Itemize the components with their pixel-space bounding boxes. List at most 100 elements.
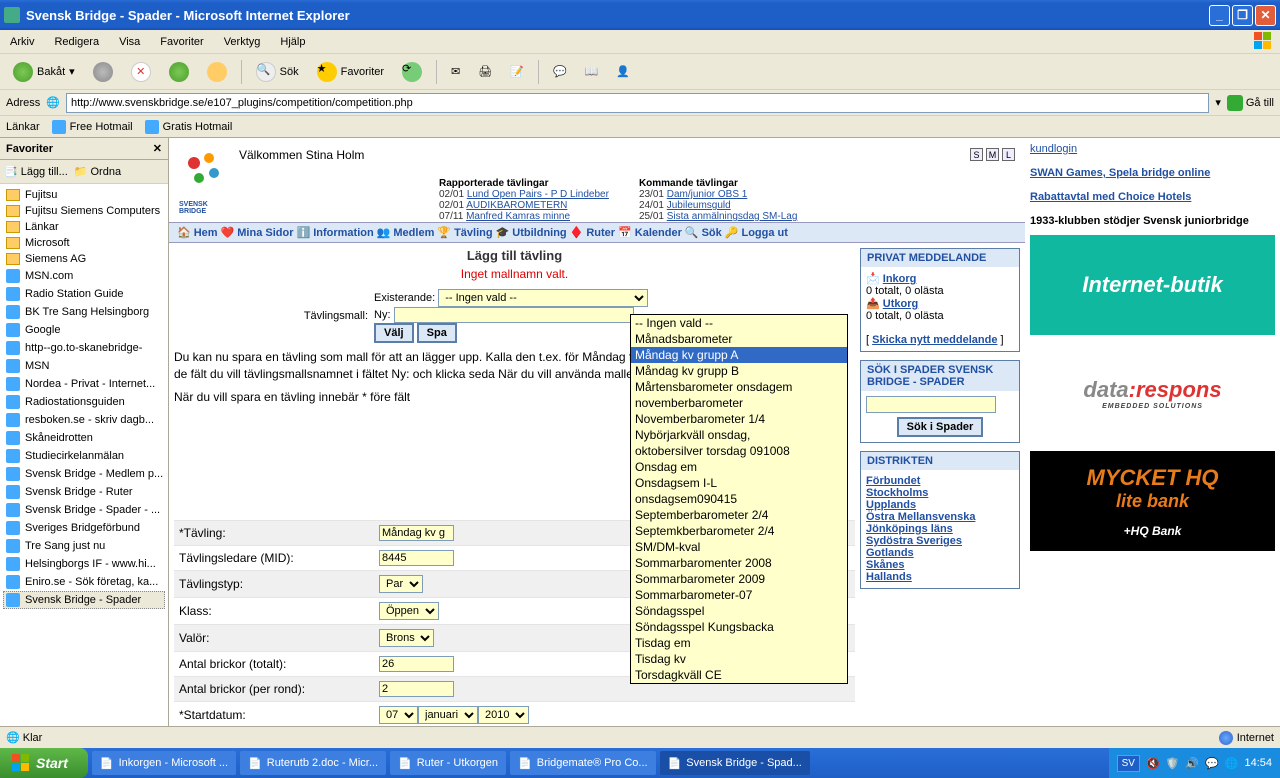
dropdown-option[interactable]: Mårtensbarometer onsdagem	[631, 379, 847, 395]
favorites-item[interactable]: Radiostationsguiden	[3, 393, 165, 411]
nav-information[interactable]: ℹ️Information	[296, 226, 373, 239]
favorites-close-icon[interactable]: ✕	[153, 142, 162, 155]
taskbar-item[interactable]: 📄Ruterutb 2.doc - Micr...	[240, 751, 386, 775]
brickor-total-input[interactable]	[379, 656, 454, 672]
address-input[interactable]	[66, 93, 1209, 113]
district-link[interactable]: Hallands	[866, 571, 912, 583]
ad-internetbutik[interactable]: Internet-butik	[1030, 235, 1275, 335]
dropdown-option[interactable]: novemberbarometer	[631, 395, 847, 411]
valor-select[interactable]: Brons	[379, 629, 434, 647]
go-button[interactable]: Gå till	[1227, 95, 1274, 111]
favorites-item[interactable]: Microsoft	[3, 235, 165, 251]
minimize-button[interactable]: _	[1209, 5, 1230, 26]
taskbar-item[interactable]: 📄Svensk Bridge - Spad...	[660, 751, 810, 775]
dropdown-option[interactable]: Onsdag em	[631, 459, 847, 475]
favorites-item[interactable]: Svensk Bridge - Spader	[3, 591, 165, 609]
address-dropdown-icon[interactable]: ▾	[1215, 96, 1221, 109]
send-pm-link[interactable]: Skicka nytt meddelande	[872, 334, 997, 346]
dropdown-option[interactable]: Söndagsspel	[631, 603, 847, 619]
discuss-button[interactable]: 💬	[546, 61, 574, 82]
dropdown-option[interactable]: Måndag kv grupp A	[631, 347, 847, 363]
link-free-hotmail[interactable]: Free Hotmail	[52, 120, 133, 134]
messenger-button[interactable]: 👤	[609, 61, 637, 82]
dropdown-option[interactable]: Septemberbarometer 2/4	[631, 507, 847, 523]
size-m-button[interactable]: M	[986, 148, 999, 161]
close-button[interactable]: ✕	[1255, 5, 1276, 26]
menu-visa[interactable]: Visa	[115, 34, 144, 50]
dropdown-option[interactable]: Novemberbarometer 1/4	[631, 411, 847, 427]
favorites-item[interactable]: Google	[3, 321, 165, 339]
existing-select[interactable]: -- Ingen vald --	[438, 289, 648, 307]
outbox-link[interactable]: Utkorg	[883, 298, 918, 310]
maximize-button[interactable]: ❐	[1232, 5, 1253, 26]
refresh-button[interactable]	[162, 58, 196, 86]
choice-link[interactable]: Rabattavtal med Choice Hotels	[1030, 191, 1191, 203]
nav-tavling[interactable]: 🏆Tävling	[437, 226, 492, 239]
favorites-item[interactable]: Skåneidrotten	[3, 429, 165, 447]
district-link[interactable]: Upplands	[866, 499, 916, 511]
language-indicator[interactable]: SV	[1117, 755, 1140, 772]
clock[interactable]: 14:54	[1244, 757, 1272, 769]
new-input[interactable]	[394, 307, 634, 323]
size-s-button[interactable]: S	[970, 148, 983, 161]
favorites-item[interactable]: Länkar	[3, 219, 165, 235]
nav-utbildning[interactable]: 🎓Utbildning	[496, 226, 567, 239]
nav-mina-sidor[interactable]: ❤️Mina Sidor	[221, 226, 294, 239]
dropdown-option[interactable]: Sommarbarometer-07	[631, 587, 847, 603]
start-button[interactable]: Start	[0, 748, 88, 778]
start-day-select[interactable]: 07	[379, 706, 418, 724]
favorites-item[interactable]: Tre Sang just nu	[3, 537, 165, 555]
upcoming-link[interactable]: Dam/junior OBS 1	[667, 189, 748, 200]
district-link[interactable]: Jönköpings läns	[866, 523, 953, 535]
nav-logga-ut[interactable]: 🔑Logga ut	[725, 226, 788, 239]
favorites-item[interactable]: resboken.se - skriv dagb...	[3, 411, 165, 429]
upcoming-link[interactable]: Sista anmälningsdag SM-Lag	[667, 211, 798, 222]
dropdown-option[interactable]: Söndagsspel Kungsbacka	[631, 619, 847, 635]
ledare-input[interactable]	[379, 550, 454, 566]
dropdown-option[interactable]: Måndag kv grupp B	[631, 363, 847, 379]
back-button[interactable]: Bakåt▾	[6, 58, 82, 86]
dropdown-option[interactable]: Tisdag em	[631, 635, 847, 651]
reported-link[interactable]: Manfred Kamras minne	[466, 211, 570, 222]
ad-hq-bank[interactable]: MYCKET HQ lite bank +HQ Bank	[1030, 451, 1275, 551]
spara-button[interactable]: Spa	[417, 323, 457, 343]
nav-ruter[interactable]: ♦️Ruter	[570, 226, 615, 239]
dropdown-option[interactable]: Månadsbarometer	[631, 331, 847, 347]
valj-button[interactable]: Välj	[374, 323, 414, 343]
dropdown-option[interactable]: oktobersilver torsdag 091008	[631, 443, 847, 459]
stop-button[interactable]: ✕	[124, 58, 158, 86]
menu-hjalp[interactable]: Hjälp	[276, 34, 309, 50]
upcoming-link[interactable]: Jubileumsguld	[667, 200, 731, 211]
menu-arkiv[interactable]: Arkiv	[6, 34, 38, 50]
favorites-item[interactable]: Fujitsu Siemens Computers	[3, 203, 165, 219]
favorites-item[interactable]: Svensk Bridge - Ruter	[3, 483, 165, 501]
site-logo[interactable]: SVENSK BRIDGE	[179, 148, 229, 198]
district-link[interactable]: Förbundet	[866, 475, 920, 487]
dropdown-option[interactable]: Nybörjarkväll onsdag,	[631, 427, 847, 443]
favorites-organize-button[interactable]: 📁Ordna	[74, 165, 121, 178]
size-l-button[interactable]: L	[1002, 148, 1015, 161]
nav-sok[interactable]: 🔍Sök	[685, 226, 722, 239]
dropdown-option[interactable]: Septemkberbarometer 2/4	[631, 523, 847, 539]
spader-search-button[interactable]: Sök i Spader	[897, 417, 984, 437]
nav-medlem[interactable]: 👥Medlem	[377, 226, 435, 239]
menu-redigera[interactable]: Redigera	[50, 34, 103, 50]
favorites-item[interactable]: Helsingborgs IF - www.hi...	[3, 555, 165, 573]
forward-button[interactable]	[86, 58, 120, 86]
reported-link[interactable]: Lund Open Pairs - P D Lindeber	[467, 189, 609, 200]
taskbar-item[interactable]: 📄Inkorgen - Microsoft ...	[92, 751, 236, 775]
district-link[interactable]: Gotlands	[866, 547, 914, 559]
favorites-button[interactable]: ★Favoriter	[310, 58, 391, 86]
dropdown-option[interactable]: Sommarbarometer 2009	[631, 571, 847, 587]
favorites-item[interactable]: Sveriges Bridgeförbund	[3, 519, 165, 537]
history-button[interactable]: ⟳	[395, 58, 429, 86]
kundlogin-link[interactable]: kundlogin	[1030, 143, 1077, 155]
taskbar-item[interactable]: 📄Bridgemate® Pro Co...	[510, 751, 656, 775]
favorites-item[interactable]: Fujitsu	[3, 187, 165, 203]
district-link[interactable]: Stockholms	[866, 487, 928, 499]
favorites-item[interactable]: MSN	[3, 357, 165, 375]
favorites-add-button[interactable]: 📑Lägg till...	[4, 165, 68, 178]
dropdown-option[interactable]: Torsdagkväll CE	[631, 667, 847, 683]
reported-link[interactable]: AUDIKBAROMETERN	[466, 200, 567, 211]
mail-button[interactable]: ✉	[444, 61, 467, 82]
